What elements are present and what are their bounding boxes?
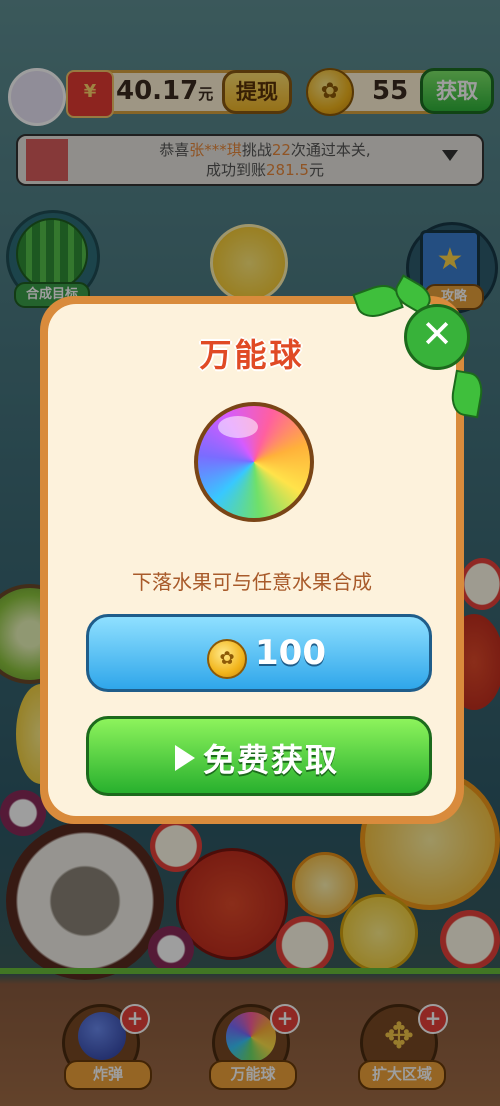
rainbow-ball-dialog: 万能球 下落水果可与任意水果合成 ✿ 100 免费获取 <box>40 296 464 824</box>
dialog-body: 万能球 下落水果可与任意水果合成 ✿ 100 免费获取 <box>48 304 456 816</box>
free-get-label: 免费获取 <box>203 741 340 779</box>
dialog-description: 下落水果可与任意水果合成 <box>132 570 372 594</box>
price-label: 100 <box>255 633 326 673</box>
play-icon <box>175 745 195 771</box>
ball-highlight <box>218 416 258 438</box>
close-button[interactable]: ✕ <box>404 304 470 370</box>
free-get-button[interactable]: 免费获取 <box>86 716 432 796</box>
dialog-title: 万能球 <box>199 336 305 374</box>
coin-icon: ✿ <box>207 639 247 679</box>
buy-with-coins-button[interactable]: ✿ 100 <box>86 614 432 692</box>
